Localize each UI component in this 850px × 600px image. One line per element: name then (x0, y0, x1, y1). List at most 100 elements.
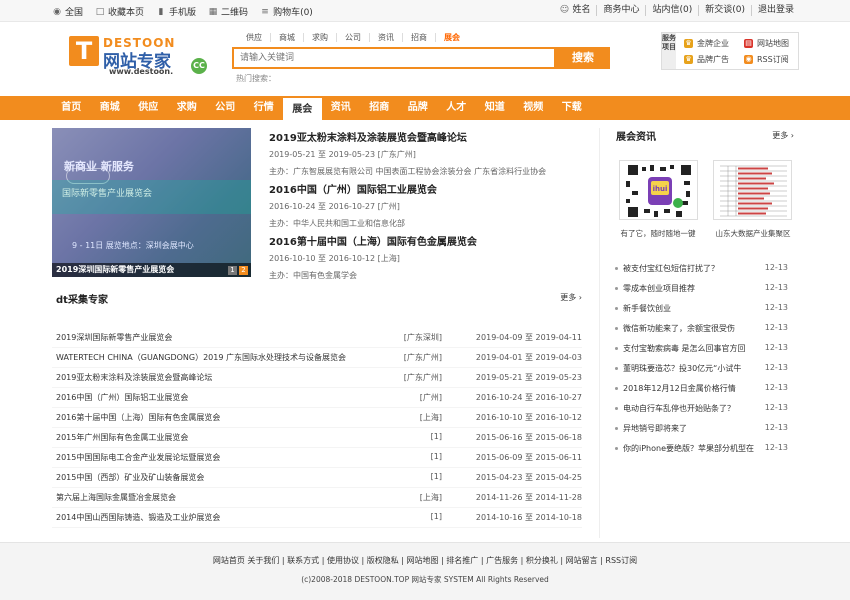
list-item[interactable]: 支付宝勒索病毒 是怎么回事官方回 12-13 (614, 340, 798, 360)
banner-page-1[interactable]: 1 (228, 266, 237, 275)
search-tab-expo[interactable]: 展会 (435, 33, 468, 42)
footer-link-about[interactable]: 关于我们 (247, 556, 279, 565)
rss-link[interactable]: ◉ RSS订阅 (744, 54, 789, 65)
side-more-link[interactable]: 更多 › (772, 130, 794, 141)
list-item[interactable]: 2015中国国际电工合金产业发展论坛暨展览会 [1] 2015-06-09 至 20… (52, 448, 582, 468)
top-link-cart[interactable]: ≡ 购物车(0) (260, 5, 313, 19)
site-map-link[interactable]: ▤ 网站地图 (744, 38, 789, 49)
list-item[interactable]: 电动自行车乱停也开始贴条了？ 12-13 (614, 400, 798, 420)
brand-ad-link[interactable]: ♛ 品牌广告 (684, 54, 729, 65)
list-item[interactable]: 你的iPhone要绝版？苹果部分机型在 12-13 (614, 440, 798, 460)
search-tab-buy[interactable]: 求购 (303, 33, 336, 42)
search-tab-invest[interactable]: 招商 (402, 33, 435, 42)
nav-company[interactable]: 公司 (206, 96, 245, 122)
list-item[interactable]: 2015中国（西部）矿业及矿山装备展览会 [1] 2015-04-23 至 2015… (52, 468, 582, 488)
search-button[interactable]: 搜索 (556, 47, 610, 69)
nav-expo[interactable]: 展会 (283, 96, 322, 122)
sitemap-icon: ▤ (744, 39, 753, 48)
qr-ad-1[interactable]: ihui (619, 160, 698, 220)
business-center-link[interactable]: 商务中心 (596, 5, 645, 16)
rss-icon: ◉ (744, 55, 753, 64)
footer-link-contact[interactable]: 联系方式 (287, 556, 319, 565)
list-item[interactable]: 2018年12月12日金属价格行情 12-13 (614, 380, 798, 400)
side-title: 展会资讯 (616, 132, 656, 143)
list-item[interactable]: 被支付宝红包短信打扰了？ 12-13 (614, 260, 798, 280)
banner-caption[interactable]: 2019深圳国际新零售产业展览会 (52, 263, 251, 277)
banner-text-2: 国际新零售产业展览会 (62, 189, 153, 199)
search-tab-news[interactable]: 资讯 (369, 33, 402, 42)
section-more-link[interactable]: 更多 › (560, 292, 582, 303)
footer-link-rss[interactable]: RSS订阅 (605, 556, 637, 565)
featured-expo-host: 主办：中华人民共和国工业和信息化部 (269, 219, 405, 228)
service-label: 服务项目 (662, 33, 676, 69)
list-item[interactable]: 2016中国（广州）国际铝工业展览会 [广州] 2016-10-24 至 2016-… (52, 388, 582, 408)
brand-icon: ♛ (684, 55, 693, 64)
qr-ad-2-caption[interactable]: 山东大数据产业集聚区 (703, 228, 803, 239)
list-item[interactable]: 2015年广州国际有色金属工业展览会 [1] 2015-06-16 至 2015-0… (52, 428, 582, 448)
site-logo[interactable]: T DESTOON 网站专家 www.destoon. CC (69, 36, 209, 78)
list-item[interactable]: 2016第十届中国（上海）国际有色金属展览会 [上海] 2016-10-10 至 2… (52, 408, 582, 428)
nav-mall[interactable]: 商城 (91, 96, 130, 122)
bullet-icon (615, 367, 618, 370)
list-item[interactable]: 微信新功能来了，余额宝很受伤 12-13 (614, 320, 798, 340)
top-link-bookmark[interactable]: □ 收藏本页 (95, 5, 144, 19)
banner-pager: 1 2 (226, 266, 248, 275)
qr-ad-1-caption[interactable]: 有了它，随时随地一键 (608, 228, 708, 239)
nav-know[interactable]: 知道 (476, 96, 515, 122)
search-tab-mall[interactable]: 商城 (270, 33, 303, 42)
section-header: dt采集专家 更多 › (52, 288, 582, 308)
search-input[interactable] (234, 49, 554, 67)
list-item[interactable]: 2019深圳国际新零售产业展览会 [广东深圳] 2019-04-09 至 2019-… (52, 328, 582, 348)
footer-links: 网站首页 关于我们 | 联系方式 | 使用协议 | 版权隐私 | 网站地图 | … (212, 556, 638, 565)
nav-news[interactable]: 资讯 (322, 96, 361, 122)
footer-link-sitemap[interactable]: 网站地图 (407, 556, 439, 565)
list-item[interactable]: 第六届上海国际金属暨冶金展览会 [上海] 2014-11-26 至 2014-11-… (52, 488, 582, 508)
footer-link-ranking[interactable]: 排名推广 (446, 556, 478, 565)
footer-link-guestbook[interactable]: 网站留言 (566, 556, 598, 565)
footer-link-terms[interactable]: 使用协议 (327, 556, 359, 565)
list-item[interactable]: WATERTECH CHINA（GUANGDONG）2019 广东国际水处理技术… (52, 348, 582, 368)
qr-ad-text: ihui (653, 185, 668, 193)
bullet-icon (615, 427, 618, 430)
search-tab-supply[interactable]: 供应 (238, 33, 270, 42)
copyright: (c)2008-2018 DESTOON.TOP 网站专家 SYSTEM All… (301, 575, 549, 584)
bookmark-icon: □ (95, 6, 105, 17)
logout-link[interactable]: 退出登录 (750, 5, 800, 16)
nav-download[interactable]: 下载 (553, 96, 592, 122)
list-item[interactable]: 新手餐饮创业 12-13 (614, 300, 798, 320)
footer-link-ads[interactable]: 广告服务 (486, 556, 518, 565)
bullet-icon (615, 327, 618, 330)
crown-icon: ♛ (684, 39, 693, 48)
list-item[interactable]: 董明珠要造芯？投30亿元“小试牛 12-13 (614, 360, 798, 380)
list-item[interactable]: 异地销号即将来了 12-13 (614, 420, 798, 440)
banner-slideshow[interactable]: 新商业 新服务 国际新零售产业展览会 9 - 11日 展览地点：深圳会展中心 2… (52, 128, 251, 277)
nav-home[interactable]: 首页 (52, 96, 91, 122)
nav-brand[interactable]: 品牌 (399, 96, 438, 122)
list-item[interactable]: 2014中国山西国际铸造、锻造及工业炉展览会 [1] 2014-10-16 至 20… (52, 508, 582, 528)
footer-link-privacy[interactable]: 版权隐私 (367, 556, 399, 565)
user-name-link[interactable]: ☺ 姓名 (553, 5, 596, 16)
nav-invest[interactable]: 招商 (360, 96, 399, 122)
featured-expo-title[interactable]: 2016第十届中国（上海）国际有色金属展览会 (269, 233, 477, 248)
footer-link-home[interactable]: 网站首页 (213, 556, 245, 565)
list-item[interactable]: 零成本创业项目推荐 12-13 (614, 280, 798, 300)
nav-jobs[interactable]: 人才 (437, 96, 476, 122)
inbox-link[interactable]: 站内信(0) (645, 5, 698, 16)
footer-link-points[interactable]: 积分换礼 (526, 556, 558, 565)
banner-page-2[interactable]: 2 (239, 266, 248, 275)
list-item[interactable]: 2019亚太粉末涂料及涂装展览会暨高峰论坛 [广东广州] 2019-05-21 至 … (52, 368, 582, 388)
logo-url: www.destoon. (109, 67, 174, 76)
gold-member-link[interactable]: ♛ 金牌企业 (684, 38, 729, 49)
featured-expo-title[interactable]: 2016中国（广州）国际铝工业展览会 (269, 181, 437, 196)
nav-buy[interactable]: 求购 (168, 96, 207, 122)
top-link-mobile[interactable]: ▮ 手机版 (156, 5, 197, 19)
nav-market[interactable]: 行情 (245, 96, 284, 122)
chat-link[interactable]: 新交谈(0) (698, 5, 751, 16)
top-link-region[interactable]: ◉ 全国 (52, 5, 83, 19)
featured-expo-title[interactable]: 2019亚太粉末涂料及涂装展览会暨高峰论坛 (269, 129, 546, 144)
top-link-qrcode[interactable]: ▦ 二维码 (208, 5, 248, 19)
qr-ad-2[interactable] (713, 160, 792, 220)
search-tab-company[interactable]: 公司 (336, 33, 369, 42)
nav-video[interactable]: 视频 (514, 96, 553, 122)
nav-supply[interactable]: 供应 (129, 96, 168, 122)
